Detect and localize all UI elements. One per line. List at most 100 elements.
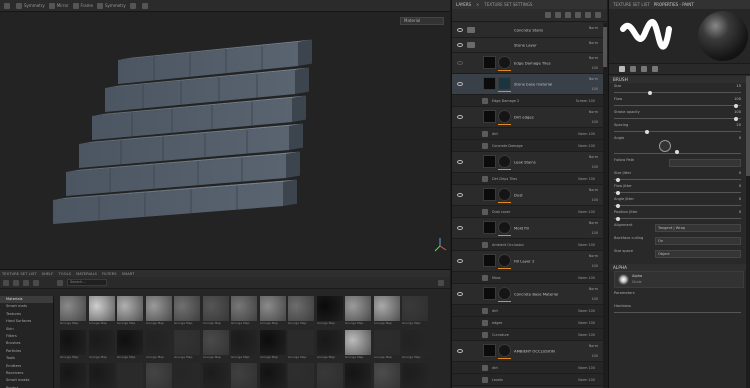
effect-blend[interactable]: Norm 100 [578, 132, 595, 136]
shelf-category[interactable]: Smart mats [0, 303, 53, 310]
settings-icon[interactable] [33, 279, 39, 286]
layer-row[interactable]: Concrete Base Material Norm 100 [452, 284, 604, 305]
opacity[interactable]: 100 [592, 231, 598, 235]
property-value[interactable]: 100 [734, 97, 741, 101]
shelf-thumbnail[interactable]: Grunge Map [345, 363, 371, 388]
delete-icon[interactable] [595, 12, 601, 18]
toolbar-item[interactable]: Symmetry [97, 2, 126, 9]
shelf-thumbnail[interactable]: Grunge Map [145, 296, 172, 327]
shelf-tab[interactable]: FILTERS [102, 272, 117, 276]
property-slider-track[interactable] [614, 179, 741, 180]
new-icon[interactable] [23, 279, 29, 286]
shelf-category[interactable]: Materials [0, 296, 53, 304]
property-value[interactable]: 0 [739, 171, 741, 175]
shelf-category[interactable]: Smart masks [0, 377, 53, 384]
shelf-thumbnail[interactable]: Grunge Map [316, 329, 343, 361]
layer-row[interactable]: Edge Damage 2 Screen 100 [452, 95, 604, 107]
shelf-thumbnail[interactable]: Grunge Map [117, 363, 143, 388]
property-dropdown[interactable]: On [655, 237, 741, 245]
shelf-category[interactable]: Textures [0, 311, 53, 318]
layer-row[interactable]: Mold fill Norm 100 [452, 218, 604, 239]
visibility-eye-icon[interactable] [457, 226, 463, 230]
layer-row[interactable]: dirt Norm 100 [452, 128, 604, 140]
shelf-category[interactable]: Skin [0, 326, 53, 333]
shelf-thumbnail[interactable]: Grunge Map [88, 329, 115, 361]
shelf-tab[interactable]: SHELF [42, 272, 54, 276]
effect-blend[interactable]: Norm 100 [578, 243, 595, 247]
effect-blend[interactable]: Norm 100 [578, 333, 595, 337]
property-slider-track[interactable] [614, 118, 741, 119]
shelf-thumbnail[interactable]: Grunge Map [145, 329, 172, 361]
property-slider-track[interactable] [614, 192, 741, 193]
effect-blend[interactable]: Norm 100 [578, 309, 595, 313]
visibility-eye-icon[interactable] [457, 259, 463, 263]
property-slider-track[interactable] [614, 92, 741, 93]
property-value[interactable]: 100 [734, 110, 741, 114]
blend-mode[interactable]: Norm [589, 56, 598, 60]
blend-mode[interactable]: Norm [589, 287, 598, 291]
property-value[interactable]: 0 [739, 136, 741, 140]
hardness-slider-track[interactable] [614, 312, 741, 313]
shelf-thumbnail[interactable]: Grunge Map [259, 363, 286, 388]
properties-scrollbar[interactable] [746, 76, 750, 388]
property-value[interactable]: 0 [739, 184, 741, 188]
property-slider-knob[interactable] [733, 116, 738, 121]
toolbar-item[interactable]: Frame [72, 2, 93, 9]
shelf-category[interactable]: Emitters [0, 363, 53, 370]
shelf-thumbnail[interactable]: Grunge Map [402, 329, 428, 361]
tab-texture-set-list[interactable]: TEXTURE SET LIST [613, 2, 650, 7]
add-fill-layer-icon[interactable] [565, 12, 571, 18]
visibility-eye-icon[interactable] [457, 28, 463, 32]
property-dropdown[interactable]: Tangent | Wrap [655, 224, 741, 232]
layer-row[interactable]: Dirt Drips Tiles Norm 100 [452, 173, 604, 185]
shelf-thumbnail[interactable]: Grunge Map [288, 296, 314, 327]
add-folder-icon[interactable] [585, 12, 591, 18]
visibility-eye-icon[interactable] [457, 61, 463, 65]
shelf-category[interactable]: Tools [0, 355, 53, 362]
material-icon[interactable] [630, 66, 636, 72]
property-slider-knob[interactable] [675, 150, 679, 154]
shelf-search-input[interactable]: Search... [67, 279, 107, 286]
shelf-thumbnail[interactable]: Grunge Map [202, 363, 229, 388]
effect-blend[interactable]: Norm 100 [578, 276, 595, 280]
tab-texture-set-settings[interactable]: TEXTURE SET SETTINGS [484, 2, 532, 7]
shelf-thumbnail[interactable]: Grunge Map [60, 329, 86, 361]
property-slider-track[interactable] [614, 205, 741, 206]
shelf-category[interactable]: Receivers [0, 370, 53, 377]
shelf-thumbnail[interactable]: Grunge Map [231, 329, 257, 361]
visibility-eye-icon[interactable] [457, 292, 463, 296]
opacity[interactable]: 100 [592, 354, 598, 358]
property-value[interactable]: 0 [739, 210, 741, 214]
shelf-thumbnail[interactable]: Grunge Map [402, 296, 428, 327]
visibility-eye-icon[interactable] [457, 160, 463, 164]
layer-row[interactable]: Edge Damage Tiles Norm 100 [452, 53, 604, 74]
shelf-thumbnail[interactable]: Grunge Map [345, 296, 371, 327]
layer-row[interactable]: Dust cover Norm 100 [452, 206, 604, 218]
effect-blend[interactable]: Norm 100 [578, 321, 595, 325]
brush-icon[interactable] [619, 66, 625, 72]
alpha-selector[interactable]: Alpha Circle [614, 271, 744, 288]
visibility-eye-icon[interactable] [457, 82, 463, 86]
layer-row[interactable]: Dirt edges Norm 100 [452, 107, 604, 128]
opacity[interactable]: 100 [592, 264, 598, 268]
tab-close-icon[interactable]: ✕ [476, 2, 479, 7]
shelf-thumbnail[interactable]: Grunge Map [117, 296, 143, 327]
import-icon[interactable] [13, 279, 19, 286]
shelf-tab[interactable]: TOOLS [58, 272, 71, 276]
effect-blend[interactable]: Norm 100 [578, 378, 595, 382]
blend-mode[interactable]: Norm [589, 110, 598, 114]
shelf-thumbnail[interactable]: Grunge Map [373, 296, 400, 327]
shelf-thumbnail[interactable]: Grunge Map [288, 363, 314, 388]
toolbar-item[interactable]: Symmetry [16, 2, 45, 9]
layer-row[interactable]: AMBIENT OCCLUSION Norm 100 [452, 341, 604, 362]
blend-mode[interactable]: Norm [589, 26, 598, 30]
shelf-thumbnail[interactable]: Grunge Map [288, 329, 314, 361]
add-mask-icon[interactable] [555, 12, 561, 18]
layer-row[interactable]: dirt Norm 100 [452, 305, 604, 317]
follow-path-field[interactable] [669, 159, 741, 167]
blend-mode[interactable]: Norm [589, 254, 598, 258]
blend-mode[interactable]: Norm [589, 77, 598, 81]
shelf-thumbnail[interactable]: Grunge Map [259, 296, 286, 327]
shelf-thumbnail[interactable]: Grunge Map [231, 363, 257, 388]
layer-row[interactable]: Ambient Occlusion Norm 100 [452, 239, 604, 251]
